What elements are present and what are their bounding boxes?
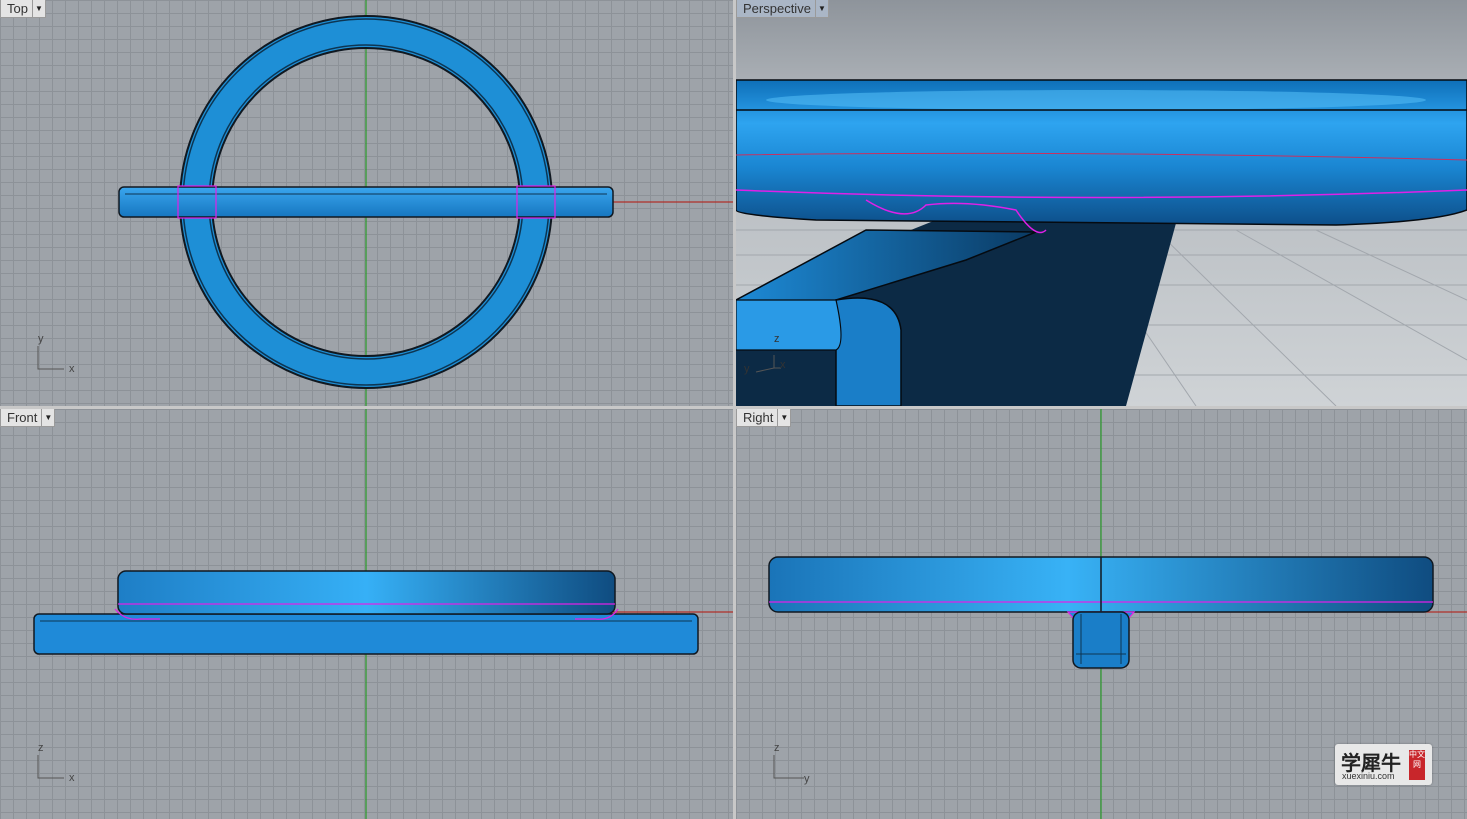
bar-top[interactable]	[118, 186, 614, 218]
perspective-scene[interactable]: z y x	[736, 0, 1467, 406]
viewport-tab-front[interactable]: Front ▼	[0, 409, 56, 427]
top-scene[interactable]: y x	[0, 0, 733, 406]
viewport-title: Front	[7, 410, 38, 425]
dropdown-arrow-icon[interactable]: ▼	[814, 0, 828, 17]
axis-label-b: y	[804, 773, 810, 785]
front-scene[interactable]: z x	[0, 409, 733, 819]
axis-label-c: x	[780, 359, 786, 371]
axis-gizmo	[37, 755, 64, 779]
axis-label-a: z	[774, 742, 780, 754]
viewport-title: Perspective	[743, 1, 811, 16]
viewport-tab-perspective[interactable]: Perspective ▼	[736, 0, 829, 18]
viewport-front[interactable]: Front ▼ z x	[0, 409, 733, 819]
viewport-tab-right[interactable]: Right ▼	[736, 409, 792, 427]
bar-end-highlight	[736, 299, 842, 351]
watermark-logo: 学犀牛 xuexiniu.com 中文网	[1335, 744, 1432, 785]
viewport-top[interactable]: Top ▼ y x	[0, 0, 733, 406]
axis-label-b: y	[744, 363, 750, 375]
bar-end-face	[835, 297, 902, 406]
axis-gizmo	[773, 755, 804, 779]
ring-highlight	[766, 90, 1426, 110]
watermark-url: xuexiniu.com	[1342, 771, 1395, 781]
axis-label-a: z	[774, 333, 780, 345]
viewport-title: Right	[743, 410, 774, 425]
viewport-title: Top	[7, 1, 28, 16]
axis-gizmo	[37, 346, 64, 370]
watermark-badge: 中文网	[1409, 750, 1425, 780]
dropdown-arrow-icon[interactable]: ▼	[777, 409, 790, 426]
axis-label-a: z	[38, 742, 44, 754]
viewport-tab-top[interactable]: Top ▼	[0, 0, 46, 18]
dropdown-arrow-icon[interactable]: ▼	[31, 0, 45, 17]
viewport-perspective[interactable]: Perspective ▼ z y x	[736, 0, 1467, 406]
bar-front[interactable]	[33, 613, 699, 655]
dropdown-arrow-icon[interactable]: ▼	[41, 409, 54, 426]
axis-label-b: x	[69, 363, 75, 375]
ring-front[interactable]	[117, 570, 616, 615]
axis-label-a: y	[38, 333, 44, 345]
axis-label-b: x	[69, 772, 75, 784]
